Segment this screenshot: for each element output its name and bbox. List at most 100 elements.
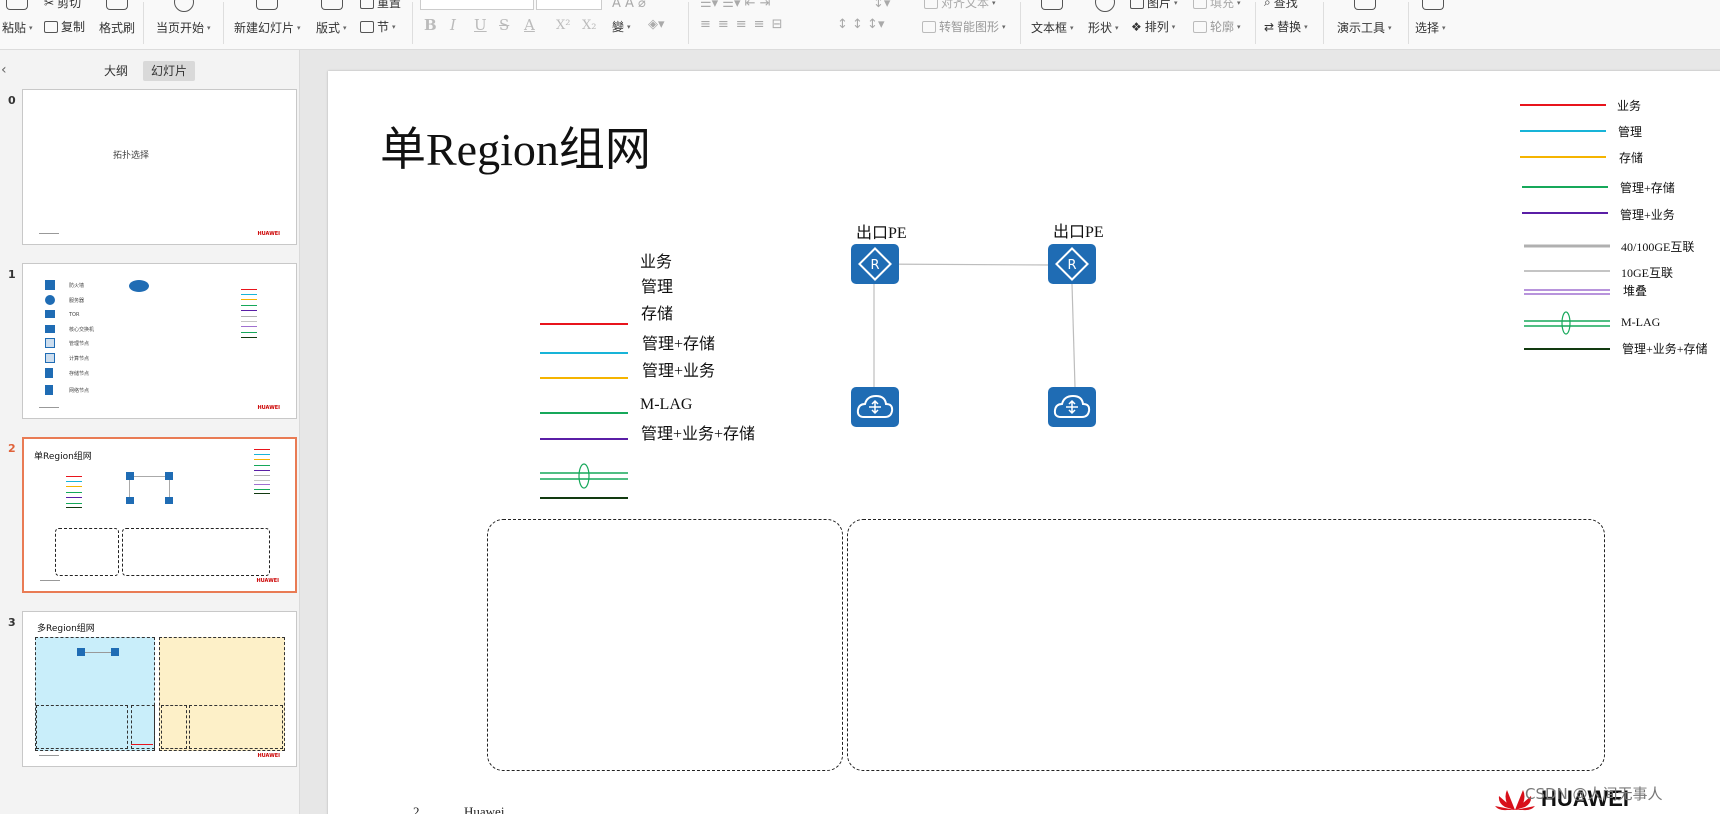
paragraph-align-icons[interactable]: ≡≡≡≡⊟ [700,17,789,32]
thumb-footer [39,755,59,759]
section-button[interactable]: 节 ▾ [360,18,396,35]
thumb-icon [45,310,55,318]
paste-button[interactable]: 粘贴 ▾ [2,19,33,36]
svg-text:R: R [870,258,879,273]
legend-label[interactable]: M-LAG [1621,315,1660,330]
phonetic-button[interactable]: 變 ▾ [612,18,631,35]
thumb-footer [39,233,59,237]
bold-button[interactable]: B [424,16,437,34]
strikethrough-button[interactable]: S [499,16,509,34]
presentation-tools-button[interactable]: 演示工具 ▾ [1337,19,1392,36]
slide-thumbnail-1[interactable]: 防火墙 服务器 TOR 核心交换机 管理节点 计算节点 存储节点 网络节点 HU… [22,263,297,419]
thumb-cloud-icon [165,497,173,504]
pe-label[interactable]: 出口PE [1053,218,1104,242]
font-color-button[interactable]: A [524,16,535,34]
select-cursor-icon [1422,0,1444,10]
dashed-region-left[interactable] [487,519,843,771]
legend-label[interactable]: 管理 [1618,123,1642,140]
fill-button[interactable]: 填充 ▾ [1193,0,1241,11]
collapse-panel-icon[interactable]: ‹ [1,62,7,78]
slide-canvas[interactable]: 单Region组网 业务 管理 存储 管理+存储 管理+业务 M-LAG 管理+… [328,71,1720,814]
align-text-button[interactable]: 对齐文本 ▾ [924,0,996,11]
pe-label[interactable]: 出口PE [856,219,907,243]
legend-label[interactable]: 业务 [1617,97,1641,114]
cut-button[interactable]: ✂ 剪切 [44,0,81,11]
reset-button[interactable]: 重置 [360,0,401,11]
thumb-text: 管理节点 [69,341,90,347]
thumb-legend-line [66,507,82,508]
legend-label[interactable]: 管理+业务 [1620,206,1675,223]
slide-thumbnail-0[interactable]: 拓扑选择 HUAWEI [22,89,297,245]
thumb-dashed-region [131,705,155,749]
bullets-icon[interactable]: ☰▾ ☰▾ ⇤ ⇥ [700,0,771,11]
format-painter-button[interactable]: 格式刷 [99,19,135,36]
legend-label[interactable]: 管理+业务+存储 [1622,340,1708,357]
line-spacing-icon[interactable]: ↕ ↕ ↕▾ [837,17,884,32]
outline-button[interactable]: 轮廓 ▾ [1193,18,1241,35]
text-direction-icon[interactable]: ↕▾ [873,0,890,11]
tab-slides[interactable]: 幻灯片 [143,61,196,81]
legend-label[interactable]: 存储 [1619,149,1643,166]
select-button[interactable]: 选择 ▾ [1415,19,1446,36]
router-pe-1-icon[interactable]: R [851,244,899,284]
shapes-button[interactable]: 形状 ▾ [1088,19,1119,36]
ribbon-divider [1408,2,1409,44]
thumb-footer [39,407,59,411]
thumb-legend-line [241,326,257,327]
thumb-text: TOR [69,312,80,318]
highlight-icon[interactable]: ◈▾ [648,17,665,32]
legend-label[interactable]: 管理+存储 [1620,179,1675,196]
thumb-router-icon [165,472,173,480]
arrange-button[interactable]: ❖ 排列 ▾ [1131,18,1175,35]
thumb-legend-line [241,310,257,311]
subscript-button[interactable]: X₂ [582,18,596,33]
thumb-legend-line [241,321,257,322]
thumb-link [169,480,170,497]
router-pe-2-icon[interactable]: R [1048,244,1096,284]
layout-button[interactable]: 版式 ▾ [316,19,347,36]
dashed-region-right[interactable] [847,519,1605,771]
thumb-legend-line [254,484,270,485]
find-button[interactable]: ⌕ 查找 [1264,0,1298,11]
cloud-router-2-icon[interactable] [1048,387,1096,427]
thumb-icon [45,295,55,305]
textbox-button[interactable]: 文本框 ▾ [1031,19,1074,36]
replace-button[interactable]: ⇄ 替换 ▾ [1264,18,1308,35]
font-grow-icon[interactable]: A A ⌀ [612,0,646,11]
font-name-dropdown[interactable] [420,0,534,10]
topology-links [871,263,1076,388]
slide-thumbnail-3[interactable]: 多Region组网 HUAWEI [22,611,297,767]
smart-shape-button[interactable]: 转智能图形 ▾ [922,18,1006,35]
slide-number: 3 [8,616,16,629]
new-slide-button[interactable]: 新建幻灯片 ▾ [234,19,301,36]
copy-button[interactable]: 复制 [44,18,85,35]
thumb-router-icon [111,648,119,656]
thumb-legend-line [254,480,270,481]
scissors-icon: ✂ [44,0,55,10]
from-current-slide-button[interactable]: 当页开始 ▾ [156,19,211,36]
underline-button[interactable]: U [474,16,487,34]
font-size-dropdown[interactable] [536,0,602,10]
thumb-legend-line [254,489,270,490]
copy-icon [44,20,58,33]
picture-button[interactable]: 图片 ▾ [1130,0,1178,11]
thumb-router-icon [77,648,85,656]
thumb-legend-line [254,493,270,494]
play-icon[interactable] [174,0,194,12]
slide-number: 2 [8,442,16,455]
thumb-dashed-region [55,528,119,576]
legend-label[interactable]: 10GE互联 [1621,264,1673,281]
thumb-text: 存储节点 [69,371,90,377]
superscript-button[interactable]: X² [556,18,570,33]
italic-button[interactable]: I [450,16,456,34]
new-slide-icon [256,0,278,10]
paste-icon[interactable] [6,0,28,10]
cloud-router-1-icon[interactable] [851,387,899,427]
ribbon-divider [223,2,224,44]
thumb-legend-line [241,337,257,338]
legend-label[interactable]: 40/100GE互联 [1621,238,1694,255]
slide-thumbnail-2[interactable]: 单Region组网 HUAWEI [22,437,297,593]
thumb-title: 多Region组网 [37,624,95,634]
tab-outline[interactable]: 大纲 [96,61,136,81]
legend-label[interactable]: 堆叠 [1623,282,1647,299]
